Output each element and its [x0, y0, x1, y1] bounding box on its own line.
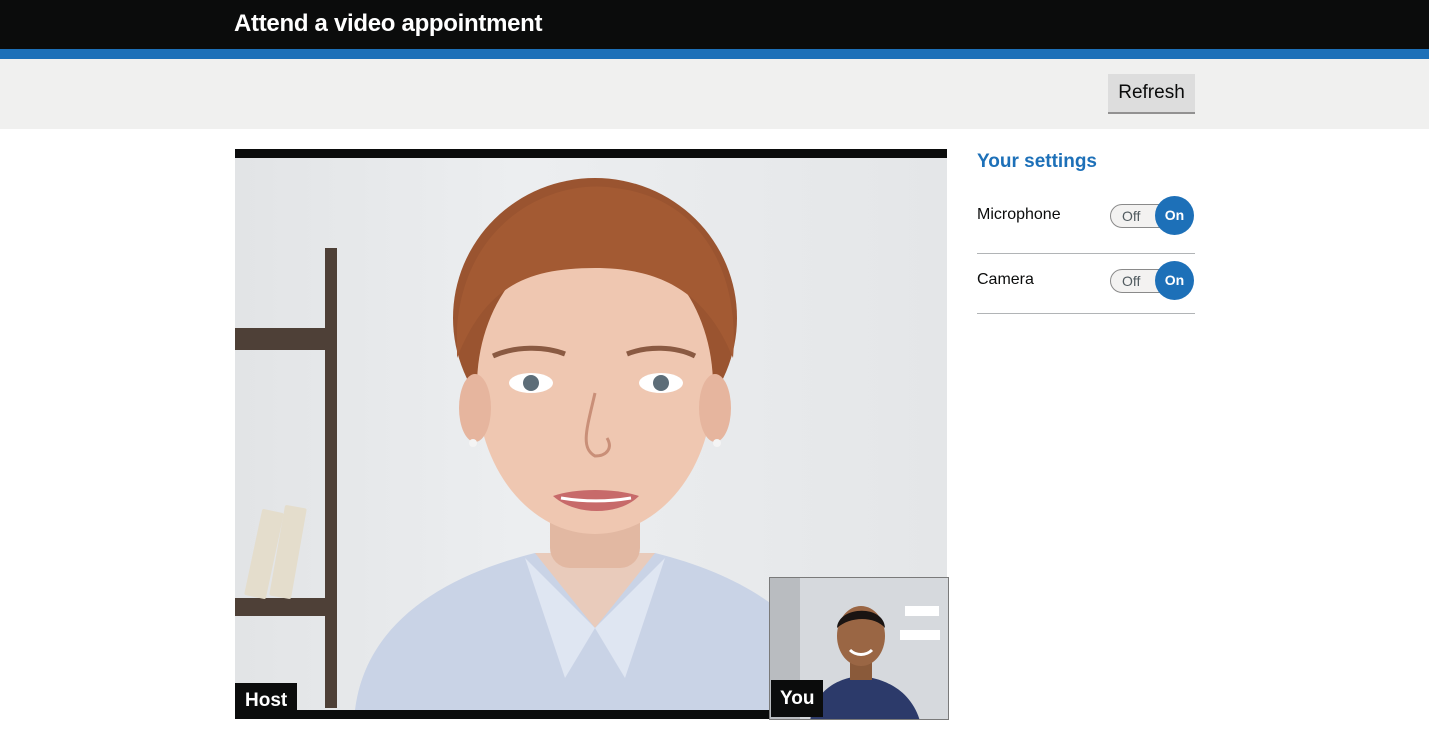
refresh-button[interactable]: Refresh [1108, 74, 1195, 114]
setting-row-camera: Camera Off On [977, 254, 1195, 314]
toggle-off-label: Off [1122, 208, 1141, 224]
self-label: You [771, 680, 824, 717]
setting-row-microphone: Microphone Off On [977, 190, 1195, 254]
camera-label: Camera [977, 271, 1034, 288]
settings-panel: Your settings [977, 150, 1195, 174]
toggle-on-knob: On [1155, 261, 1194, 300]
microphone-label: Microphone [977, 206, 1061, 223]
app-header: Attend a video appointment [0, 0, 1429, 49]
settings-title: Your settings [977, 151, 1097, 172]
microphone-toggle[interactable]: Off On [1110, 196, 1194, 235]
app-title: Attend a video appointment [234, 10, 543, 37]
toggle-on-knob: On [1155, 196, 1194, 235]
toggle-off-label: Off [1122, 273, 1141, 289]
header-accent-stripe [0, 49, 1429, 59]
host-label: Host [235, 683, 298, 719]
toolbar [0, 59, 1429, 129]
camera-toggle[interactable]: Off On [1110, 261, 1194, 300]
